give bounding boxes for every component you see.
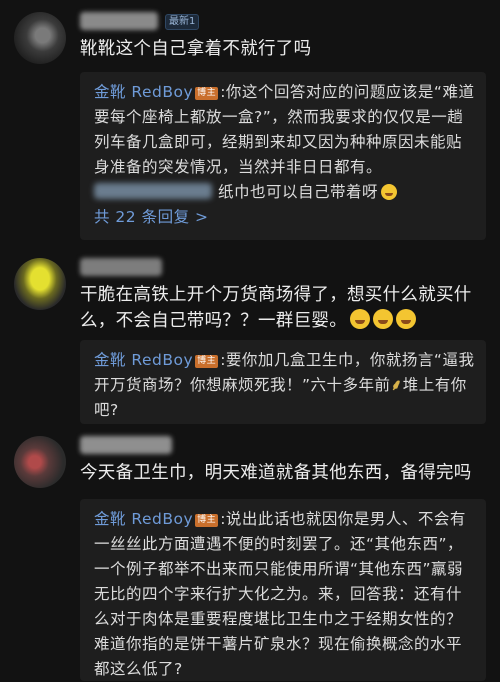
- host-tag: 博主: [195, 87, 219, 100]
- comment-text[interactable]: 今天备卫生巾，明天难道就备其他东西，备得完吗: [80, 460, 486, 486]
- avatar[interactable]: [14, 258, 66, 310]
- comment-text[interactable]: 干脆在高铁上开个万货商场得了，想买什么就买什么，不会自己带吗？？一群巨婴。: [80, 282, 486, 334]
- sub-reply-author-blurred[interactable]: [94, 183, 212, 199]
- reply-thread[interactable]: 金靴 RedBoy 博主:你这个回答对应的问题应该是“难道要每个座椅上都放一盒?”…: [80, 72, 486, 240]
- reply-author[interactable]: 金靴 RedBoy: [94, 83, 193, 101]
- rice-sheaf-icon: ⸙: [390, 376, 403, 394]
- reply-author[interactable]: 金靴 RedBoy: [94, 351, 193, 369]
- laughing-emoji: [350, 309, 370, 329]
- grin-emoji: [381, 184, 398, 200]
- username-blurred[interactable]: [80, 258, 162, 276]
- host-tag: 博主: [195, 355, 219, 368]
- username-blurred[interactable]: [80, 436, 172, 454]
- reply-item[interactable]: 金靴 RedBoy 博主:你这个回答对应的问题应该是“难道要每个座椅上都放一盒?”…: [94, 80, 476, 180]
- reply-thread[interactable]: 金靴 RedBoy 博主:要你加几盒卫生巾，你就扬言“逼我开万货商场？你想麻烦死我…: [80, 340, 486, 424]
- laughing-emoji: [396, 309, 416, 329]
- host-tag: 博主: [195, 514, 219, 527]
- sub-reply-text: 纸巾也可以自己带着呀: [218, 183, 379, 201]
- avatar[interactable]: [14, 12, 66, 64]
- reply-author[interactable]: 金靴 RedBoy: [94, 510, 193, 528]
- username-blurred[interactable]: [80, 12, 158, 30]
- reply-thread[interactable]: 金靴 RedBoy 博主:说出此话也就因你是男人、不会有一丝丝此方面遭遇不便的时刻…: [80, 499, 486, 681]
- sub-reply-item[interactable]: 纸巾也可以自己带着呀: [94, 180, 476, 205]
- newest-badge: 最新1: [165, 14, 200, 30]
- avatar[interactable]: [14, 436, 66, 488]
- laughing-emoji: [373, 309, 393, 329]
- reply-text: :说出此话也就因你是男人、不会有一丝丝此方面遭遇不便的时刻罢了。还“其他东西”，…: [94, 510, 466, 678]
- comment-text[interactable]: 靴靴这个自己拿着不就行了吗: [80, 36, 486, 62]
- more-replies-link[interactable]: 共 22 条回复 >: [94, 205, 476, 230]
